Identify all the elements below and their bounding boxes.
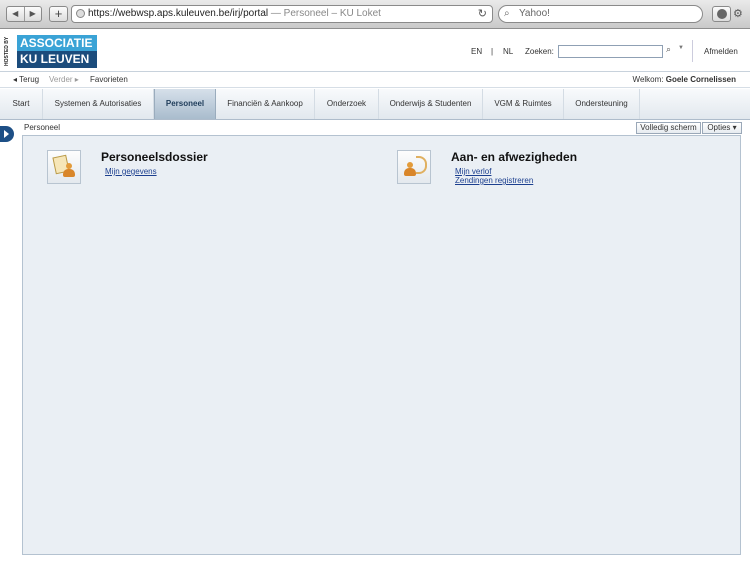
history-bar: ◂ Terug Verder ▸ Favorieten Welkom: Goel… xyxy=(0,72,750,88)
logo-line-1: ASSOCIATIE xyxy=(17,35,97,51)
link-mijn-gegevens[interactable]: Mijn gegevens xyxy=(105,167,157,176)
new-tab-button[interactable]: + xyxy=(49,6,68,22)
welcome-text: Welkom: Goele Cornelissen xyxy=(633,75,736,84)
top-level-navigation: Start Systemen & Autorisaties Personeel … xyxy=(0,89,750,120)
tab-financien-aankoop[interactable]: Financiën & Aankoop xyxy=(216,89,315,119)
globe-icon xyxy=(76,9,85,18)
browser-nav-buttons: ◀ ▶ xyxy=(6,6,42,22)
panel-title-aan-afwezigheden: Aan- en afwezigheden xyxy=(451,150,578,164)
favorites-link[interactable]: Favorieten xyxy=(90,75,128,84)
lang-separator: | xyxy=(491,47,494,56)
lang-en-link[interactable]: EN xyxy=(471,47,482,56)
tab-start[interactable]: Start xyxy=(0,89,43,119)
back-link[interactable]: ◂ Terug xyxy=(13,75,39,84)
divider xyxy=(692,40,693,62)
chevron-down-icon[interactable]: ▼ xyxy=(678,45,684,51)
attendance-icon[interactable] xyxy=(397,150,431,184)
search-icon[interactable]: ⌕ xyxy=(666,44,671,55)
panel-title-personeelsdossier: Personeelsdossier xyxy=(101,150,208,164)
personnel-file-icon[interactable] xyxy=(47,150,81,184)
link-mijn-verlof[interactable]: Mijn verlof xyxy=(455,167,491,176)
downloads-button[interactable] xyxy=(712,6,731,22)
search-label: Zoeken: xyxy=(525,47,554,56)
full-screen-button[interactable]: Volledig scherm xyxy=(636,122,701,134)
browser-forward-icon[interactable]: ▶ xyxy=(23,7,42,21)
detail-nav-toggle-icon[interactable] xyxy=(0,126,14,142)
ku-leuven-logo[interactable]: ASSOCIATIE KU LEUVEN xyxy=(17,35,97,68)
tab-ondersteuning[interactable]: Ondersteuning xyxy=(564,89,640,119)
person-icon xyxy=(63,163,75,177)
address-bar[interactable]: https://webwsp.aps.kuleuven.be/irj/porta… xyxy=(71,5,493,23)
gear-icon[interactable]: ⚙ xyxy=(733,6,747,22)
user-name: Goele Cornelissen xyxy=(665,75,736,84)
person-icon xyxy=(404,162,416,176)
welcome-prefix: Welkom: xyxy=(632,75,666,84)
portal-header: HOSTED BY ASSOCIATIE KU LEUVEN EN | NL Z… xyxy=(0,30,750,72)
breadcrumb: Personeel xyxy=(24,123,61,132)
search-icon: ⌕ xyxy=(504,8,510,19)
address-page-title: — Personeel – KU Loket xyxy=(270,8,381,19)
tab-vgm-ruimtes[interactable]: VGM & Ruimtes xyxy=(483,89,564,119)
address-url: https://webwsp.aps.kuleuven.be/irj/porta… xyxy=(88,8,269,19)
tab-systemen-autorisaties[interactable]: Systemen & Autorisaties xyxy=(43,89,154,119)
tab-personeel[interactable]: Personeel xyxy=(154,89,216,119)
browser-toolbar: ◀ ▶ + https://webwsp.aps.kuleuven.be/irj… xyxy=(0,0,750,29)
browser-search-placeholder: Yahoo! xyxy=(519,8,550,19)
arrows-icon xyxy=(416,156,427,174)
tab-onderwijs-studenten[interactable]: Onderwijs & Studenten xyxy=(379,89,483,119)
hosted-by-label: HOSTED BY xyxy=(4,36,10,66)
reload-icon[interactable]: ↻ xyxy=(478,6,487,22)
link-zendingen-registreren[interactable]: Zendingen registreren xyxy=(455,176,533,185)
forward-link[interactable]: Verder ▸ xyxy=(49,75,79,84)
browser-back-icon[interactable]: ◀ xyxy=(7,7,24,21)
logout-link[interactable]: Afmelden xyxy=(704,47,738,56)
portal-search-input[interactable] xyxy=(558,45,663,58)
options-button[interactable]: Opties ▾ xyxy=(702,122,742,134)
logo-line-2: KU LEUVEN xyxy=(17,51,97,68)
download-icon xyxy=(717,9,727,19)
lang-nl-link[interactable]: NL xyxy=(503,47,513,56)
content-area: Personeelsdossier Mijn gegevens Aan- en … xyxy=(22,135,741,555)
tab-onderzoek[interactable]: Onderzoek xyxy=(315,89,379,119)
browser-search-field[interactable]: ⌕ Yahoo! xyxy=(498,5,703,23)
